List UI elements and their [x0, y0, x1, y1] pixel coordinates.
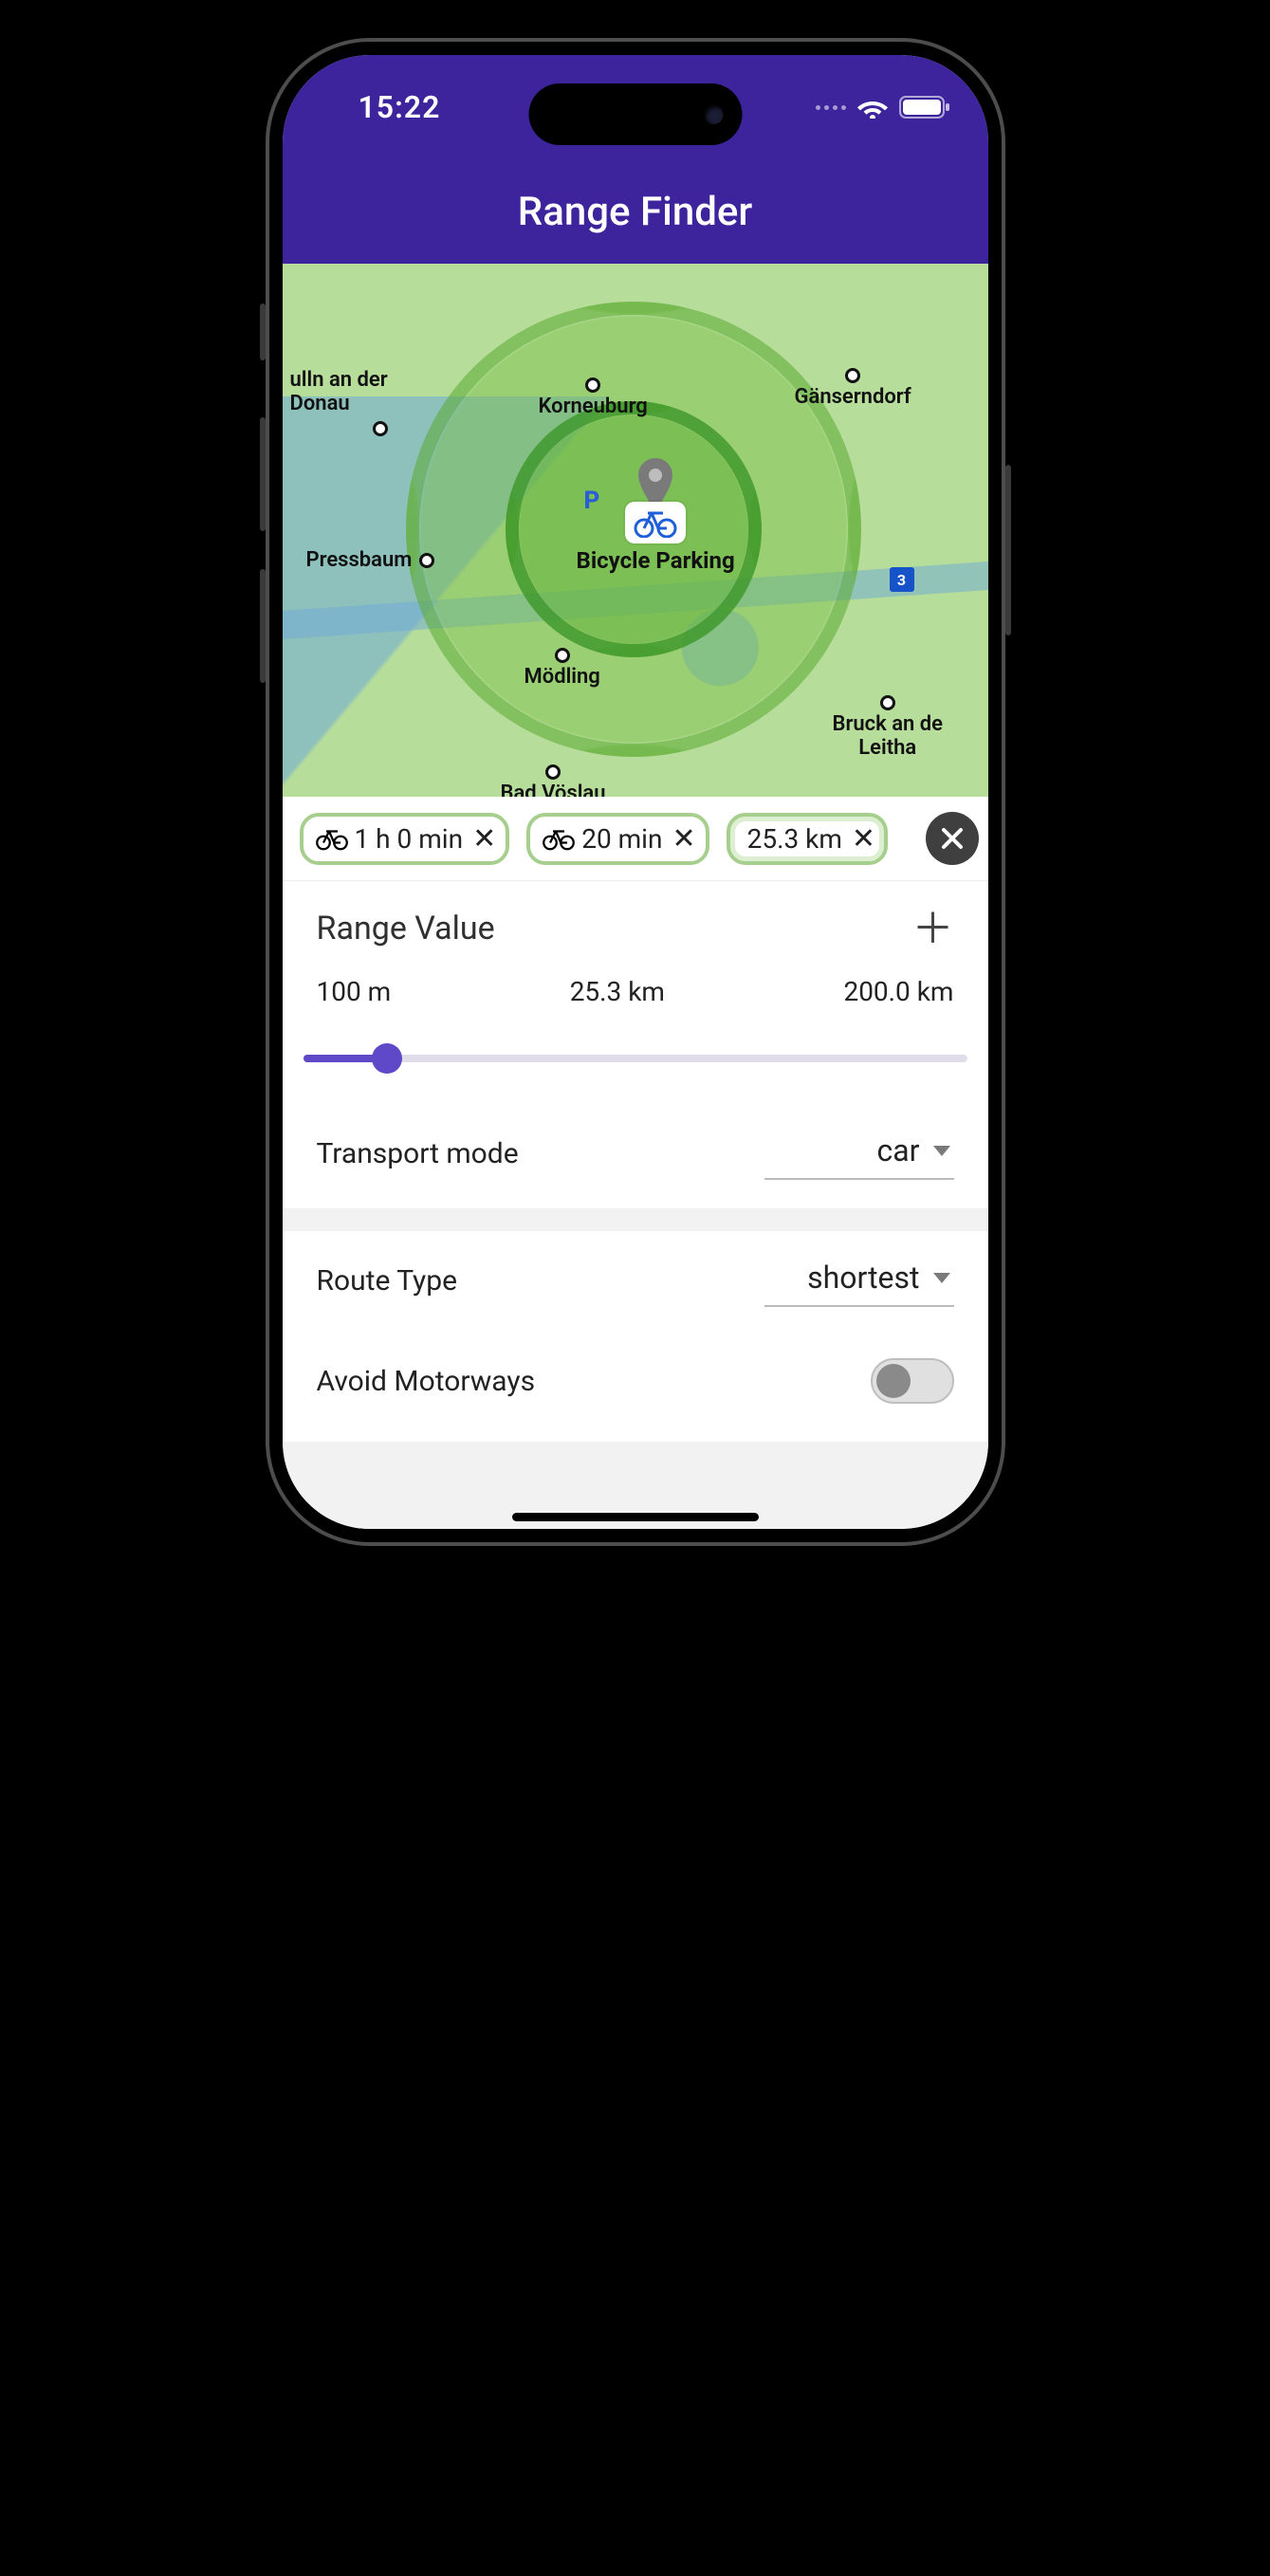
slider-thumb[interactable]	[372, 1043, 402, 1074]
chip-label: 20 min	[581, 823, 662, 855]
wifi-icon	[857, 96, 888, 119]
close-sheet-button[interactable]	[926, 812, 979, 865]
range-chip-selected[interactable]: 25.3 km ✕	[727, 813, 888, 865]
chip-close-icon[interactable]: ✕	[672, 822, 695, 856]
screen: 15:22 Range Finder ulln an der Donau Kor…	[283, 55, 988, 1529]
range-min-label: 100 m	[317, 976, 392, 1007]
home-indicator[interactable]	[512, 1513, 759, 1521]
bicycle-icon	[542, 826, 576, 851]
avoid-motorways-label: Avoid Motorways	[317, 1365, 536, 1398]
phone-side-button	[260, 569, 266, 683]
phone-side-button	[260, 417, 266, 531]
map-center-marker[interactable]: Bicycle Parking	[577, 458, 735, 574]
settings-sheet[interactable]: Range Value ＋ 100 m 25.3 km 200.0 km	[283, 881, 988, 1529]
range-slider[interactable]	[304, 1028, 967, 1085]
chip-label: 1 h 0 min	[355, 823, 464, 855]
city-label-pressbaum: Pressbaum	[306, 548, 435, 572]
city-label-moedling: Mödling	[525, 648, 600, 689]
chip-label: 25.3 km	[747, 823, 842, 855]
phone-side-button	[1005, 465, 1011, 635]
front-camera	[704, 105, 723, 124]
bicycle-icon	[315, 826, 349, 851]
route-type-value: shortest	[807, 1260, 919, 1296]
range-chip[interactable]: 20 min ✕	[526, 813, 709, 865]
phone-frame: 15:22 Range Finder ulln an der Donau Kor…	[266, 38, 1005, 1546]
slider-track	[304, 1055, 967, 1062]
dynamic-island	[528, 83, 742, 145]
city-label-tulln: ulln an der Donau	[290, 368, 388, 436]
app-title: Range Finder	[283, 159, 988, 264]
range-max-label: 200.0 km	[843, 976, 953, 1007]
phone-side-button	[260, 304, 266, 360]
chevron-down-icon	[933, 1146, 950, 1156]
route-type-select[interactable]: shortest	[764, 1254, 954, 1307]
add-range-button[interactable]: ＋	[912, 908, 954, 949]
avoid-motorways-toggle[interactable]	[871, 1358, 954, 1404]
cell-dots-icon	[816, 105, 846, 110]
road-badge-3: 3	[890, 567, 914, 592]
map-view[interactable]: ulln an der Donau Korneuburg Gänserndorf…	[283, 264, 988, 797]
range-value-heading: Range Value	[317, 910, 495, 948]
chip-close-icon[interactable]: ✕	[852, 822, 875, 856]
battery-icon	[899, 95, 950, 120]
status-indicators	[816, 95, 950, 120]
city-label-korneuburg: Korneuburg	[539, 377, 648, 418]
status-clock: 15:22	[330, 89, 441, 125]
transport-mode-label: Transport mode	[317, 1137, 519, 1170]
city-label-badvoeslau: Bad Vöslau	[501, 764, 606, 797]
transport-mode-value: car	[877, 1132, 920, 1168]
toggle-knob	[876, 1364, 911, 1398]
city-label-gaenserndorf: Gänserndorf	[795, 368, 911, 409]
chevron-down-icon	[933, 1273, 950, 1283]
route-type-label: Route Type	[317, 1264, 458, 1297]
chip-close-icon[interactable]: ✕	[472, 822, 496, 856]
city-label-bruck: Bruck an de Leitha	[833, 695, 944, 760]
close-icon	[940, 826, 965, 851]
range-chips-row: 1 h 0 min ✕ 20 min ✕ 25.3 km ✕	[283, 797, 988, 881]
bicycle-icon	[625, 502, 686, 543]
range-current-label: 25.3 km	[570, 976, 665, 1007]
range-chip[interactable]: 1 h 0 min ✕	[300, 813, 510, 865]
map-center-label: Bicycle Parking	[577, 547, 735, 574]
transport-mode-select[interactable]: car	[764, 1127, 954, 1180]
